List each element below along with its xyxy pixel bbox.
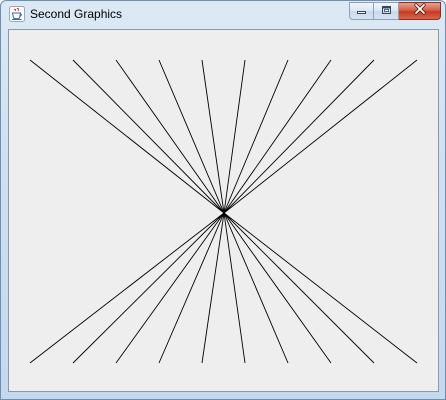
maximize-button[interactable] <box>374 2 399 20</box>
line-top-4 <box>158 59 225 214</box>
line-top-8 <box>223 59 332 214</box>
line-bottom-2 <box>72 212 225 364</box>
line-bottom-10 <box>223 212 418 364</box>
maximize-icon <box>381 2 392 20</box>
app-window: Second Graphics <box>0 0 446 400</box>
title-bar[interactable]: Second Graphics <box>1 1 445 27</box>
line-top-3 <box>115 59 225 214</box>
java-cup-icon[interactable] <box>9 6 25 22</box>
line-top-7 <box>223 59 289 214</box>
window-title: Second Graphics <box>30 7 123 21</box>
line-top-10 <box>223 59 418 214</box>
line-bottom-6 <box>223 212 246 364</box>
line-top-9 <box>223 59 375 214</box>
line-bottom-4 <box>158 212 225 364</box>
minimize-button[interactable] <box>349 2 374 20</box>
line-bottom-5 <box>201 212 225 364</box>
line-bottom-8 <box>223 212 332 364</box>
drawing-panel <box>8 29 439 392</box>
line-top-5 <box>201 59 225 214</box>
line-top-1 <box>29 59 225 214</box>
close-icon <box>413 2 427 20</box>
line-top-2 <box>72 59 225 214</box>
minimize-icon <box>356 2 367 20</box>
line-drawing <box>29 59 418 364</box>
line-bottom-3 <box>115 212 225 364</box>
close-button[interactable] <box>399 2 441 20</box>
line-bottom-1 <box>29 212 225 364</box>
line-bottom-7 <box>223 212 289 364</box>
line-top-6 <box>223 59 246 214</box>
line-bottom-9 <box>223 212 375 364</box>
